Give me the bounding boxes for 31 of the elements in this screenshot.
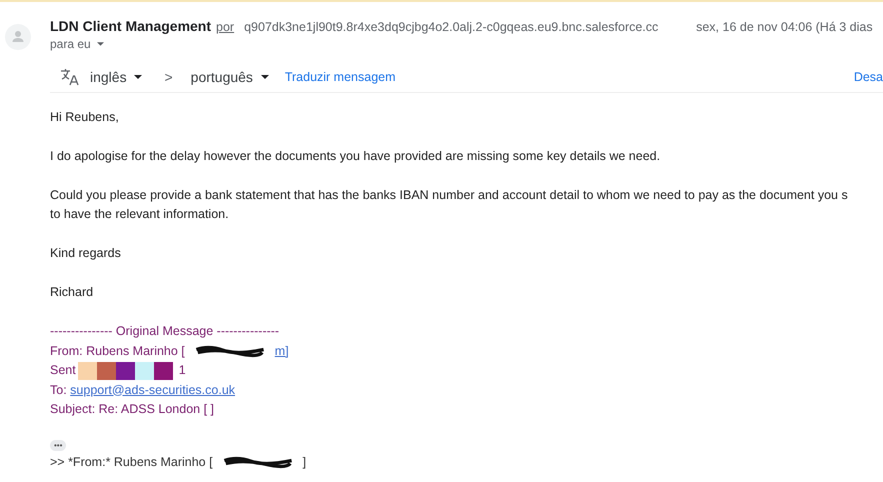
separator-glyph: > <box>164 69 173 85</box>
disable-link[interactable]: Desa <box>854 70 883 84</box>
message-paragraph: Hi Reubens, <box>50 109 120 126</box>
from-label: From: Rubens Marinho [ <box>50 342 185 360</box>
translate-icon <box>60 68 80 86</box>
sender-address: q907dk3ne1jl90t9.8r4xe3dq9cjbg4o2.0alj.2-c0gqeas.eu9.bnc.salesforce.cc <box>244 20 660 34</box>
source-language-dropdown[interactable]: inglês <box>90 69 142 85</box>
caret-icon <box>260 75 269 79</box>
divider-text: --------------- Original Message --------------- <box>50 323 280 340</box>
email-link[interactable]: support@ads-securities.co.uk <box>70 382 236 396</box>
message-paragraph: Kind regards <box>50 245 122 262</box>
bracket-text: ] <box>302 454 306 471</box>
sent-label: Sent <box>50 362 76 379</box>
show-trimmed-button[interactable]: ••• <box>50 440 66 450</box>
target-language-dropdown[interactable]: português <box>190 69 269 85</box>
sender-name: LDN Client Management <box>50 18 212 34</box>
message-paragraph: I do apologise for the delay however the documents you have provided are missing some key details we need. <box>50 148 662 165</box>
email-link[interactable]: m] <box>274 342 289 361</box>
to-label: To: <box>50 382 67 396</box>
message-paragraph: Could you please provide a bank statement that has the banks IBAN number and account detail to whom we need to pay as the document you s to have the relevant information. <box>50 187 849 223</box>
avatar-icon <box>5 24 31 50</box>
translate-link[interactable]: Traduzir mensagem <box>284 70 396 84</box>
via-link[interactable]: por <box>216 20 234 34</box>
subject-line: Subject: Re: ADSS London [ ] <box>50 401 215 418</box>
recipient-dropdown[interactable]: para eu <box>50 37 104 51</box>
quoted-from-label: >> *From:* Rubens Marinho [ <box>50 454 213 471</box>
sent-value: 1 <box>178 362 186 379</box>
caret-icon <box>97 42 104 46</box>
message-paragraph: Richard <box>50 284 94 301</box>
caret-icon <box>134 75 142 79</box>
message-date: sex, 16 de nov 04:06 (Há 3 dias <box>696 20 873 34</box>
